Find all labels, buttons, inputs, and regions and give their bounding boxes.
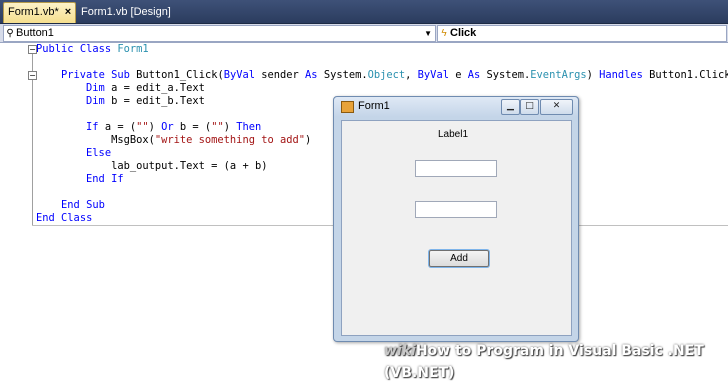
form-app-icon xyxy=(341,101,354,113)
code-line[interactable]: Private Sub Button1_Click(ByVal sender A… xyxy=(36,69,728,82)
add-button[interactable]: Add xyxy=(429,250,489,267)
minimize-icon[interactable]: ▁ xyxy=(501,99,520,115)
form-title-bar: Form1 ▁ □ ✕ xyxy=(334,97,578,117)
wikihow-watermark: wikiHow to Program in Visual Basic .NET … xyxy=(384,340,728,381)
code-line[interactable]: ​ xyxy=(36,56,728,69)
navigation-bar: ⚲ Button1 ▼ ϟ Click xyxy=(0,24,728,43)
tab-label: Form1.vb [Design] xyxy=(81,6,171,18)
code-line[interactable]: Public Class Form1 xyxy=(36,43,728,56)
object-dropdown[interactable]: ⚲ Button1 ▼ xyxy=(3,25,436,42)
lightning-event-icon: ϟ xyxy=(441,28,447,39)
tab-form1-vb[interactable]: Form1.vb* × xyxy=(3,2,77,23)
form-title: Form1 xyxy=(358,100,390,112)
form1-designer-window[interactable]: Form1 ▁ □ ✕ Label1 Add xyxy=(333,96,579,342)
edit-b-textbox[interactable] xyxy=(415,201,497,218)
object-dropdown-value: Button1 xyxy=(16,27,54,39)
event-dropdown[interactable]: ϟ Click xyxy=(437,25,727,42)
form-client-area: Label1 Add xyxy=(341,120,572,336)
maximize-icon[interactable]: □ xyxy=(520,99,539,115)
edit-a-textbox[interactable] xyxy=(415,160,497,177)
tab-label: Form1.vb* xyxy=(8,6,59,18)
event-dropdown-value: Click xyxy=(450,27,477,39)
code-line[interactable]: Dim a = edit_a.Text xyxy=(36,82,728,95)
button-object-icon: ⚲ xyxy=(6,28,14,39)
label1: Label1 xyxy=(438,129,469,140)
close-tab-icon[interactable]: × xyxy=(65,6,71,18)
chevron-down-icon[interactable]: ▼ xyxy=(424,26,432,41)
document-tab-strip: Form1.vb* × Form1.vb [Design] xyxy=(0,0,728,24)
watermark-text: How to Program in Visual Basic .NET (VB.… xyxy=(384,343,704,381)
watermark-prefix: wiki xyxy=(384,343,416,359)
close-icon[interactable]: ✕ xyxy=(540,99,573,115)
tab-form1-design[interactable]: Form1.vb [Design] xyxy=(77,3,175,23)
